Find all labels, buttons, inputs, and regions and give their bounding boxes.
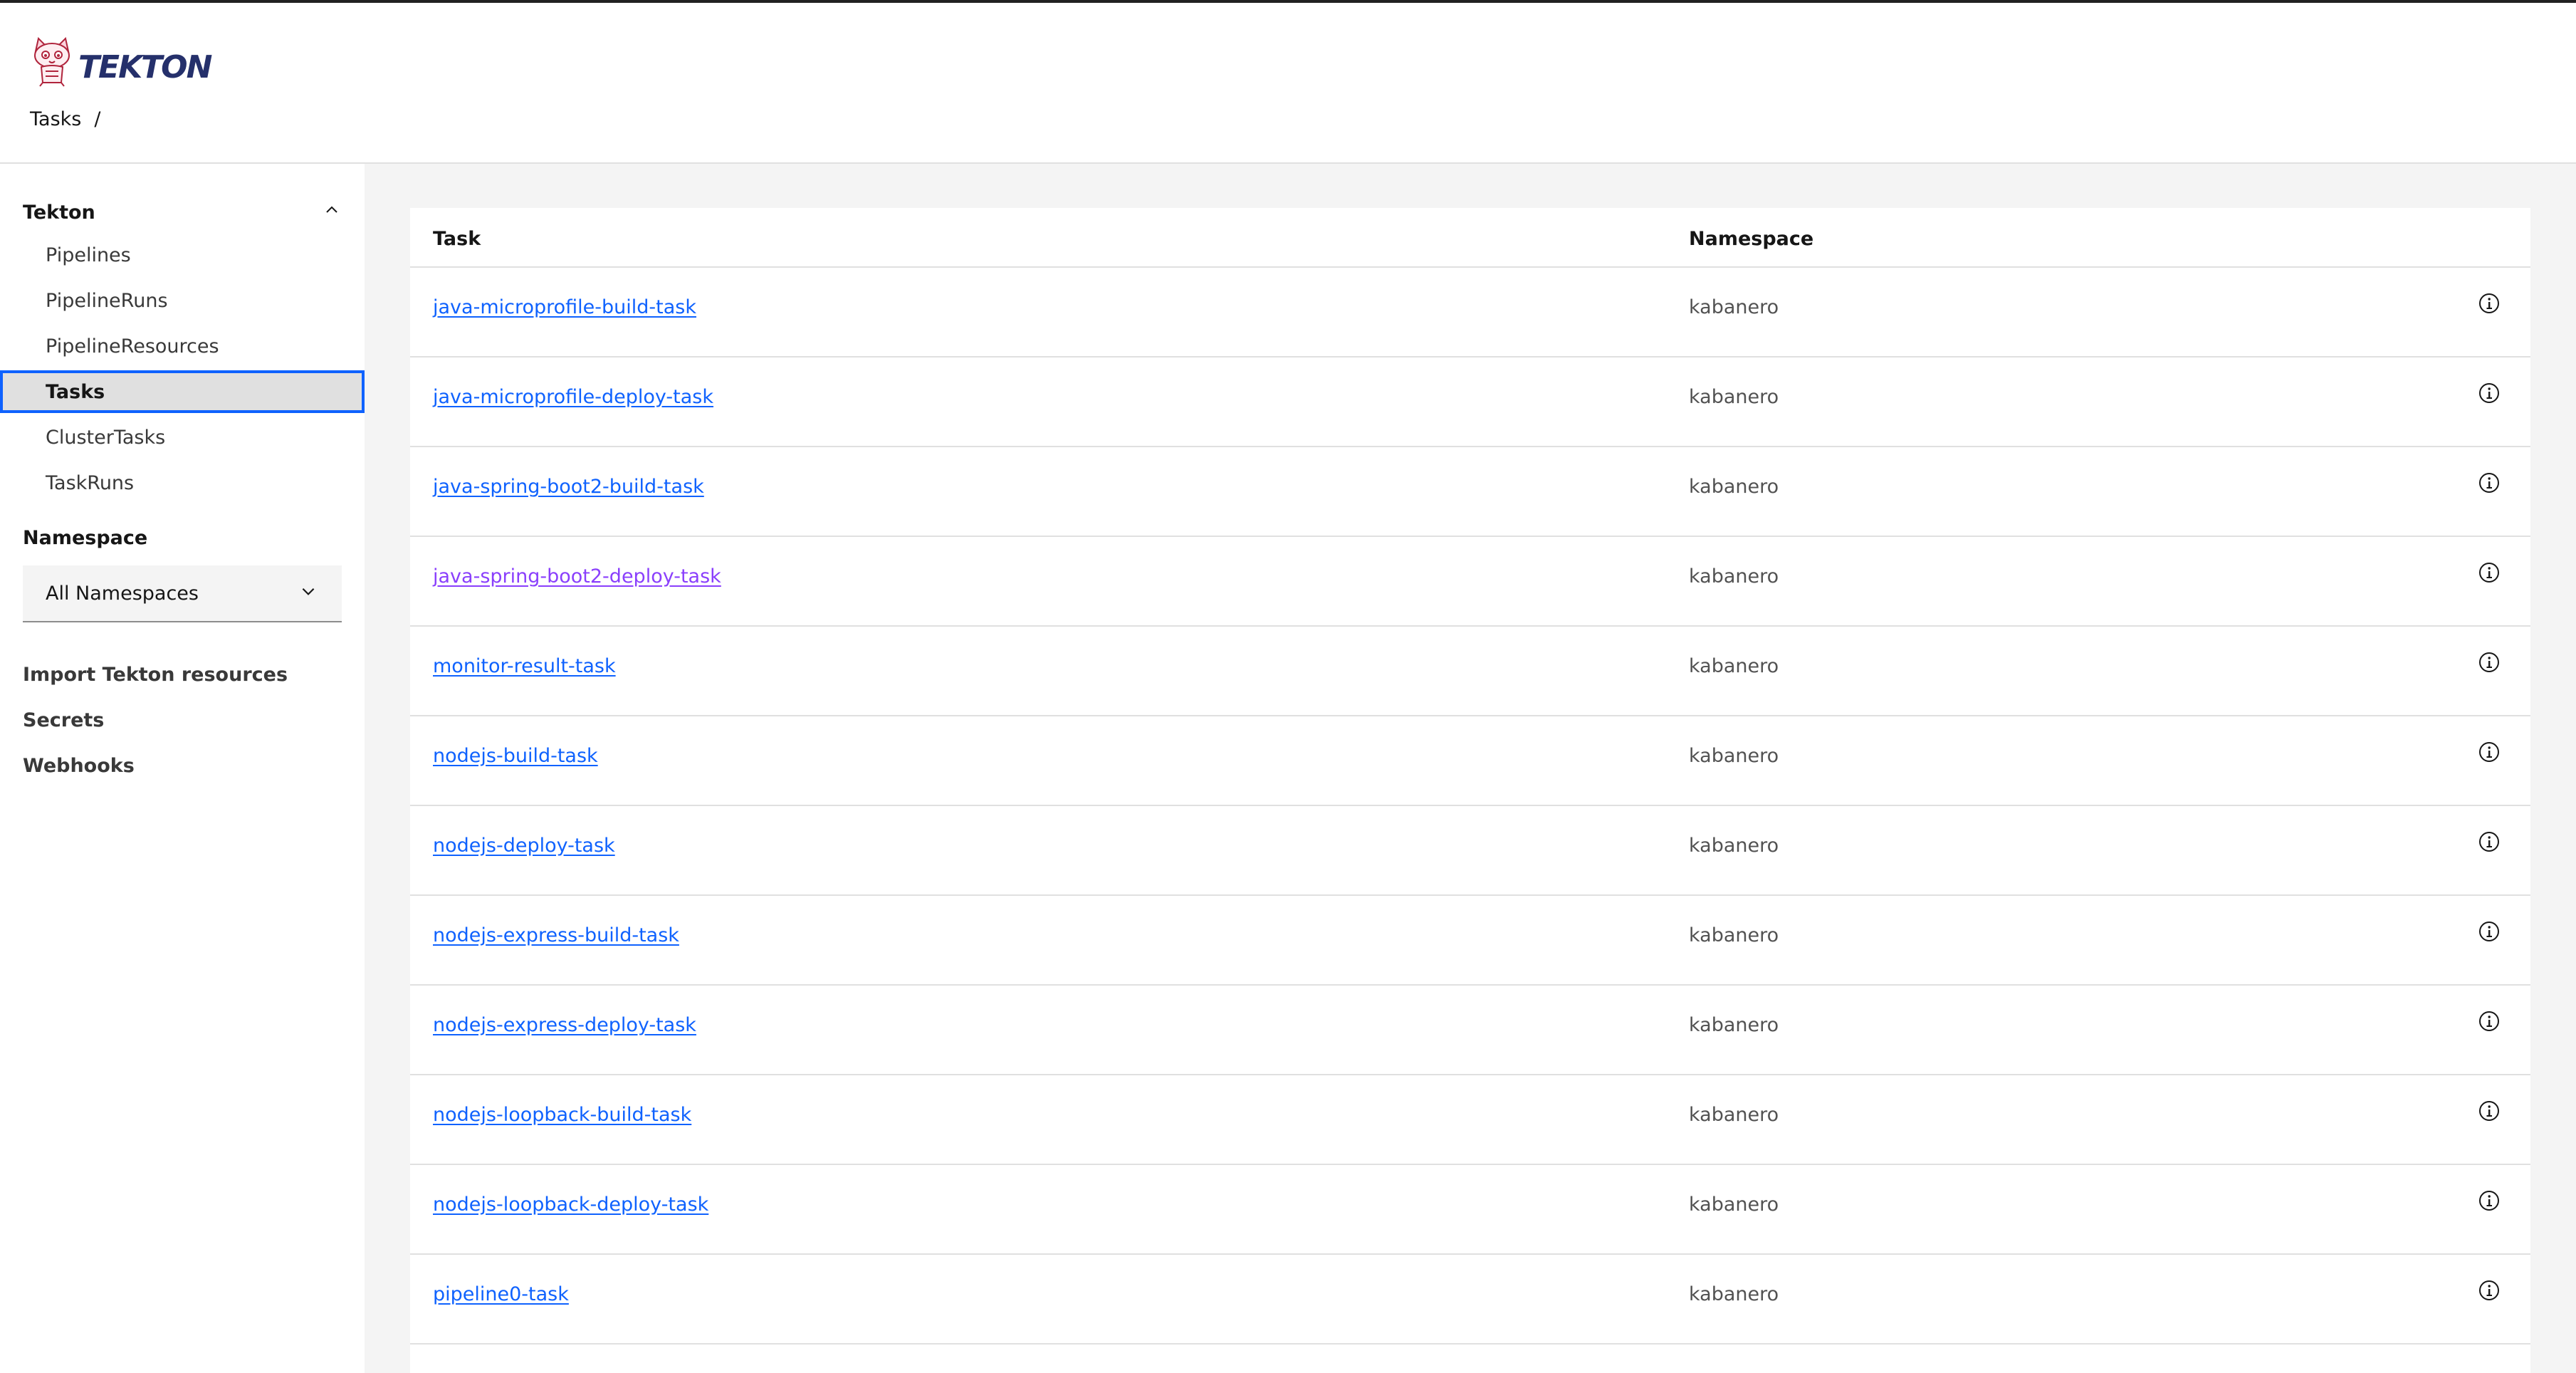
information-icon[interactable] xyxy=(2478,292,2501,315)
namespace-cell: kabanero xyxy=(1689,565,1779,588)
namespace-dropdown[interactable]: All Namespaces xyxy=(23,565,342,622)
namespace-label: Namespace xyxy=(23,527,148,549)
task-link[interactable]: nodejs-loopback-deploy-task xyxy=(433,1194,708,1216)
sidebar: Tekton Pipelines PipelineRuns PipelineRe… xyxy=(0,164,365,1373)
sidebar-item-label: PipelineResources xyxy=(46,335,219,357)
task-link[interactable]: monitor-result-task xyxy=(433,655,616,677)
header: TEKTON Tasks / xyxy=(0,3,2576,164)
task-link[interactable]: java-microprofile-deploy-task xyxy=(433,386,713,408)
sidebar-item-label: PipelineRuns xyxy=(46,289,168,312)
table-row: java-spring-boot2-deploy-task kabanero xyxy=(410,537,2530,627)
table-row: java-spring-boot2-build-task kabanero xyxy=(410,447,2530,537)
sidebar-item-label: TaskRuns xyxy=(46,471,135,494)
information-icon[interactable] xyxy=(2478,651,2501,674)
breadcrumb: Tasks / xyxy=(30,108,100,130)
information-icon[interactable] xyxy=(2478,561,2501,584)
sidebar-item-pipelineresources[interactable]: PipelineResources xyxy=(0,325,365,367)
table-row: monitor-result-task kabanero xyxy=(410,627,2530,716)
table-row: nodejs-build-task kabanero xyxy=(410,716,2530,806)
namespace-cell: kabanero xyxy=(1689,1194,1779,1216)
task-link[interactable]: java-microprofile-build-task xyxy=(433,296,696,318)
sidebar-item-tasks[interactable]: Tasks xyxy=(0,370,365,413)
breadcrumb-separator: / xyxy=(94,108,101,130)
table-row: nodejs-express-build-task kabanero xyxy=(410,896,2530,986)
table-row: nodejs-loopback-deploy-task kabanero xyxy=(410,1165,2530,1255)
namespace-selected-value: All Namespaces xyxy=(46,582,199,605)
logo-text: TEKTON xyxy=(78,48,212,85)
information-icon[interactable] xyxy=(2478,1279,2501,1302)
sidebar-item-pipelines[interactable]: Pipelines xyxy=(0,234,365,276)
sidebar-section-title: Tekton xyxy=(23,201,95,224)
task-link[interactable]: java-spring-boot2-deploy-task xyxy=(433,565,721,588)
information-icon[interactable] xyxy=(2478,1010,2501,1033)
column-header-task[interactable]: Task xyxy=(433,228,481,250)
namespace-cell: kabanero xyxy=(1689,386,1779,408)
tekton-logo[interactable]: TEKTON xyxy=(30,34,212,88)
namespace-cell: kabanero xyxy=(1689,1283,1779,1305)
chevron-up-icon xyxy=(323,202,340,224)
table-row: nodejs-loopback-build-task kabanero xyxy=(410,1075,2530,1165)
chevron-down-icon xyxy=(299,582,318,605)
sidebar-link-secrets[interactable]: Secrets xyxy=(23,709,104,731)
namespace-cell: kabanero xyxy=(1689,296,1779,318)
namespace-cell: kabanero xyxy=(1689,745,1779,767)
namespace-cell: kabanero xyxy=(1689,835,1779,857)
namespace-cell: kabanero xyxy=(1689,476,1779,498)
sidebar-item-clustertasks[interactable]: ClusterTasks xyxy=(0,416,365,459)
tasks-table: Task Namespace java-microprofile-build-t… xyxy=(410,208,2530,1373)
table-row: nodejs-express-deploy-task kabanero xyxy=(410,986,2530,1075)
table-row: pipeline0-task kabanero xyxy=(410,1255,2530,1345)
task-link[interactable]: nodejs-build-task xyxy=(433,745,598,767)
sidebar-link-webhooks[interactable]: Webhooks xyxy=(23,755,135,777)
sidebar-item-taskruns[interactable]: TaskRuns xyxy=(0,461,365,504)
namespace-cell: kabanero xyxy=(1689,1014,1779,1036)
sidebar-item-label: ClusterTasks xyxy=(46,426,166,449)
task-link[interactable]: nodejs-loopback-build-task xyxy=(433,1104,691,1126)
sidebar-link-import-tekton-resources[interactable]: Import Tekton resources xyxy=(23,664,288,686)
task-link[interactable]: nodejs-deploy-task xyxy=(433,835,615,857)
namespace-cell: kabanero xyxy=(1689,655,1779,677)
column-header-namespace[interactable]: Namespace xyxy=(1689,228,1813,250)
task-link[interactable]: java-spring-boot2-build-task xyxy=(433,476,704,498)
information-icon[interactable] xyxy=(2478,471,2501,494)
sidebar-item-label: Tasks xyxy=(46,380,105,403)
information-icon[interactable] xyxy=(2478,830,2501,853)
table-row: java-microprofile-build-task kabanero xyxy=(410,268,2530,357)
information-icon[interactable] xyxy=(2478,1100,2501,1122)
namespace-cell: kabanero xyxy=(1689,924,1779,946)
information-icon[interactable] xyxy=(2478,382,2501,404)
main-content: Task Namespace java-microprofile-build-t… xyxy=(365,164,2576,1373)
information-icon[interactable] xyxy=(2478,920,2501,943)
sidebar-item-label: Pipelines xyxy=(46,244,131,266)
task-link[interactable]: nodejs-express-build-task xyxy=(433,924,679,946)
sidebar-item-pipelineruns[interactable]: PipelineRuns xyxy=(0,279,365,322)
tekton-cat-logo-icon xyxy=(30,36,74,87)
namespace-cell: kabanero xyxy=(1689,1104,1779,1126)
table-row: java-microprofile-deploy-task kabanero xyxy=(410,357,2530,447)
task-link[interactable]: nodejs-express-deploy-task xyxy=(433,1014,696,1036)
information-icon[interactable] xyxy=(2478,741,2501,763)
task-link[interactable]: pipeline0-task xyxy=(433,1283,569,1305)
information-icon[interactable] xyxy=(2478,1189,2501,1212)
breadcrumb-item-tasks[interactable]: Tasks xyxy=(30,108,81,130)
table-header: Task Namespace xyxy=(410,208,2530,268)
table-row: nodejs-deploy-task kabanero xyxy=(410,806,2530,896)
sidebar-section-tekton[interactable]: Tekton xyxy=(0,192,365,232)
